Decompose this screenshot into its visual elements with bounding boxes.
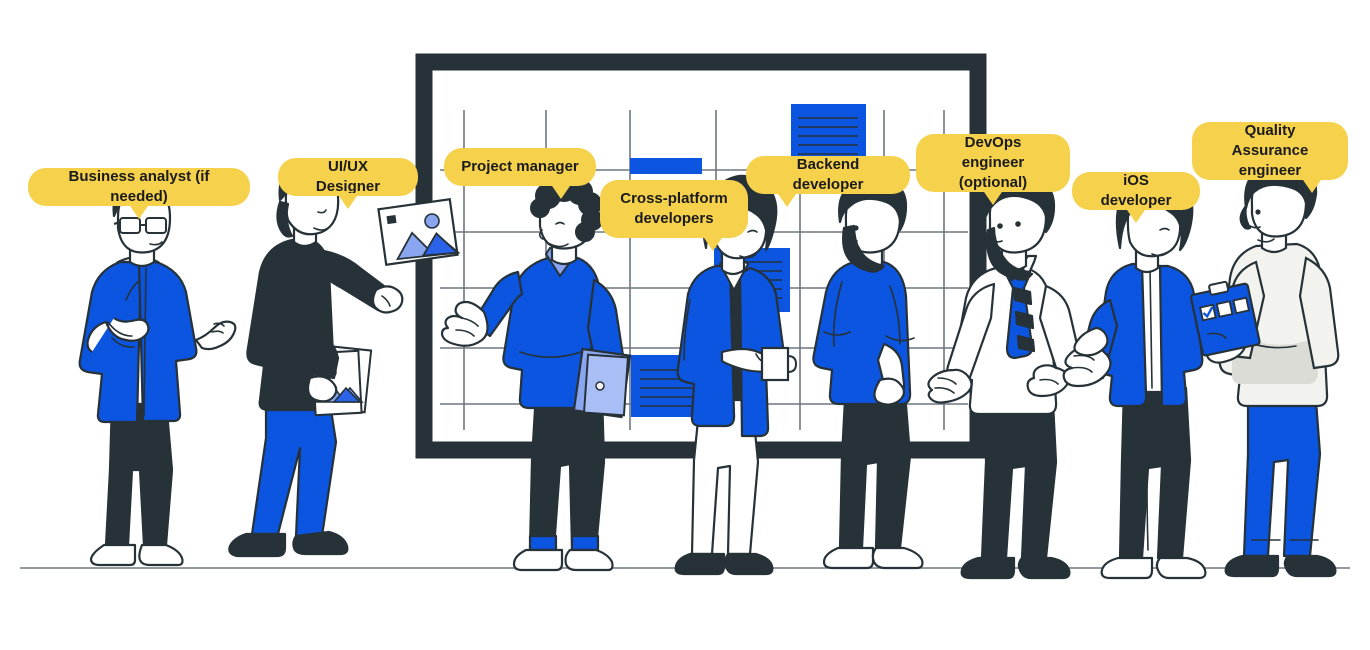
team-roles-illustration: .ln { fill:none; stroke:#263238; stroke-… <box>20 53 1350 580</box>
bubble-quality-assurance-engineer[interactable]: Quality Assurance engineer <box>1192 121 1348 193</box>
bubble-label-quality-assurance-engineer: Quality Assurance engineer <box>1231 121 1309 180</box>
bubble-project-manager[interactable]: Project manager <box>444 148 596 199</box>
bubble-tail <box>1125 207 1147 223</box>
bubble-business-analyst[interactable]: Business analyst (if needed) <box>28 167 250 219</box>
bubble-label-ui-ux-designer: UI/UX Designer <box>315 157 381 195</box>
character-quality-assurance-engineer <box>1189 164 1340 578</box>
character-ios-developer <box>1062 172 1207 580</box>
bubble-ui-ux-designer[interactable]: UI/UX Designer <box>278 157 418 209</box>
illustration-canvas: .ln { fill:none; stroke:#263238; stroke-… <box>0 0 1370 650</box>
character-business-analyst <box>78 174 237 567</box>
bubble-tail <box>128 203 150 219</box>
bubble-tail <box>549 183 572 199</box>
bubble-label-business-analyst: Business analyst (if needed) <box>68 167 210 205</box>
checklist-clipboard <box>1189 280 1261 357</box>
bubble-devops-engineer[interactable]: DevOps engineer (optional) <box>916 133 1070 205</box>
bubble-tail <box>337 193 359 209</box>
bubble-tail <box>775 191 798 207</box>
folder <box>572 347 632 419</box>
bubble-label-cross-platform-developers: Cross-platform developers <box>620 189 728 227</box>
bubble-label-backend-developer: Backend developer <box>792 155 864 193</box>
bubble-tail <box>1301 177 1324 193</box>
bubble-ios-developer[interactable]: iOS developer <box>1072 171 1200 223</box>
bubble-backend-developer[interactable]: Backend developer <box>746 155 910 207</box>
bubble-label-ios-developer: iOS developer <box>1100 171 1172 209</box>
bubble-tail <box>982 189 1004 205</box>
bubble-tail <box>702 235 725 251</box>
bubble-label-devops-engineer: DevOps engineer (optional) <box>958 133 1028 192</box>
sticky-note-bar <box>630 158 702 174</box>
bubble-cross-platform-developers[interactable]: Cross-platform developers <box>600 180 748 251</box>
design-mockup-board <box>377 198 461 266</box>
bubble-label-project-manager: Project manager <box>461 157 579 175</box>
